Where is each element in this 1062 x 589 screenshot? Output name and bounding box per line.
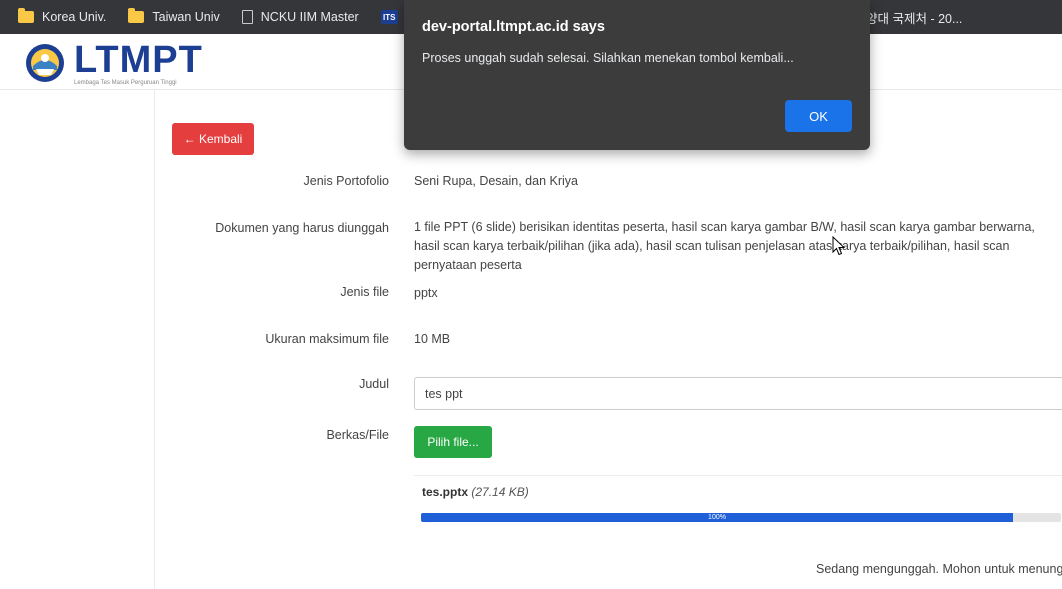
ukuran-maksimum-label: Ukuran maksimum file [265,332,389,346]
jenis-file-value: pptx [414,286,438,300]
upload-status-text: Sedang mengunggah. Mohon untuk menunggu.… [816,562,1062,576]
file-size: (27.14 KB) [471,485,529,499]
dialog-ok-button[interactable]: OK [785,100,852,132]
folder-icon [128,8,145,23]
dokumen-value: 1 file PPT (6 slide) berisikan identitas… [414,220,1035,272]
jenis-portofolio-value: Seni Rupa, Desain, dan Kriya [414,174,578,188]
page-icon [241,10,253,24]
bookmark-label: Korea Univ. [42,10,107,24]
dokumen-label: Dokumen yang harus diunggah [215,221,389,235]
bookmark-overflow[interactable]: 양대 국제처 - 20... [866,0,962,34]
tut-wuri-handayani-emblem-icon [26,44,64,82]
bookmark-korea-univ[interactable]: Korea Univ. [18,8,107,24]
sidebar [0,90,155,589]
dialog-title: dev-portal.ltmpt.ac.id says [422,19,605,35]
judul-label: Judul [359,377,389,391]
mouse-pointer-icon [832,236,846,256]
dialog-message: Proses unggah sudah selesai. Silahkan me… [422,51,794,65]
bookmark-label: Taiwan Univ [152,10,220,24]
ukuran-maksimum-value: 10 MB [414,332,451,346]
folder-icon [18,8,34,23]
upload-progress-label: 100% [708,514,726,521]
upload-panel: tes.pptx (27.14 KB) 100% [414,475,1062,525]
ltmpt-logo[interactable]: LTMPT Lembaga Tes Masuk Perguruan Tinggi [22,39,203,86]
upload-progress-bar: 100% [421,513,1061,522]
judul-input[interactable] [414,377,1062,410]
berkas-label: Berkas/File [326,428,389,442]
bookmark-label: NCKU IIM Master [260,10,359,24]
bookmark-ncku-iim-master[interactable]: NCKU IIM Master [241,10,359,24]
jenis-file-label: Jenis file [340,285,389,299]
jenis-portofolio-label: Jenis Portofolio [303,174,389,188]
alert-dialog: dev-portal.ltmpt.ac.id says Proses ungga… [404,0,870,150]
choose-file-button[interactable]: Pilih file... [414,426,492,458]
logo-title: LTMPT [74,39,203,81]
file-name: tes.pptx [422,485,469,499]
its-icon: ITS [380,10,398,24]
bookmark-taiwan-univ[interactable]: Taiwan Univ [128,8,220,24]
back-button[interactable]: ← Kembali [172,123,254,155]
